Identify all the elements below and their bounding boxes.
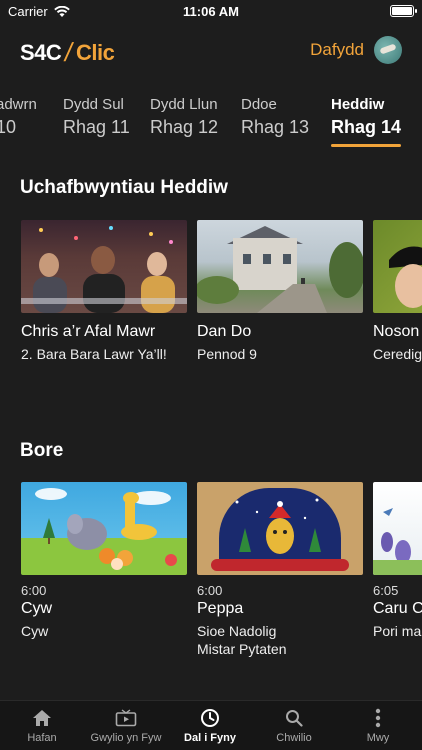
programme-title: Dan Do [197,323,252,340]
status-bar: Carrier 11:06 AM [0,0,422,24]
home-icon [0,707,84,729]
active-tab-indicator [331,144,402,147]
clock-icon [168,707,252,729]
programme-title: Chris a’r Afal Mawr [21,323,156,340]
tab-home[interactable]: Hafan [0,707,84,744]
avatar[interactable] [374,36,402,64]
tab-catch-up[interactable]: Dal i Fyny [168,707,252,744]
user-name[interactable]: Dafydd [310,40,364,60]
section-title-morning: Bore [20,440,64,461]
day-tab-monday[interactable]: Dydd Llun Rhag 12 [150,96,218,138]
programme-title: Peppa [197,600,244,617]
day-tab-yesterday[interactable]: Ddoe Rhag 13 [241,96,309,138]
programme-time: 6:00 [197,583,223,598]
day-tab-date: 10 [0,117,17,137]
programme-subtitle: Sioe Nadolig Mistar Pytaten [197,622,363,658]
morning-row[interactable]: 6:00 Cyw Cyw 6:00 Peppa Sioe Nadolig Mis… [0,482,422,662]
day-tab-name: Dydd Llun [150,96,218,113]
tab-more[interactable]: Mwy [336,707,420,744]
day-tab-name: Dydd Sul [63,96,124,113]
highlights-row[interactable]: Chris a’r Afal Mawr 2. Bara Bara Lawr Ya… [0,220,422,370]
programme-subtitle: Cyw [21,623,49,639]
logo-s4c: S4C [20,39,62,65]
programme-title: Noson [373,323,420,340]
tab-label: Mwy [366,732,390,744]
programme-subtitle: Pori ma [373,623,422,639]
programme-card-peppa[interactable]: 6:00 Peppa Sioe Nadolig Mistar Pytaten [197,482,363,658]
logo-clic: Clic [76,39,115,65]
thumbnail-image [35,488,177,570]
programme-thumbnail[interactable] [21,482,187,575]
tab-label: Gwylio yn Fyw [90,732,162,744]
section-title-highlights: Uchafbwyntiau Heddiw [20,177,228,198]
programme-subtitle-line1: Sioe Nadolig [197,623,277,639]
programme-card-chris[interactable]: Chris a’r Afal Mawr 2. Bara Bara Lawr Ya… [21,220,187,363]
day-tab-name: Heddiw [331,96,385,113]
programme-thumbnail[interactable] [373,482,422,575]
programme-card-noson[interactable]: Noson Ceredig [373,220,422,363]
more-icon [336,707,420,729]
app-header: S4C / Clic Dafydd [0,28,422,74]
programme-thumbnail[interactable] [373,220,422,313]
day-tab-today[interactable]: Heddiw Rhag 14 [331,96,402,147]
thumbnail-image [21,226,187,313]
programme-card-cyw[interactable]: 6:00 Cyw Cyw [21,482,187,640]
clock-time: 11:06 AM [183,4,239,19]
programme-subtitle-line2: Mistar Pytaten [197,641,287,657]
live-tv-icon [84,707,168,729]
thumbnail-image [373,508,422,575]
thumbnail-image [235,498,321,554]
thumbnail-image [389,246,422,308]
tab-label: Chwilio [276,732,312,744]
day-tab-date: Rhag 12 [150,117,219,137]
programme-thumbnail[interactable] [197,482,363,575]
logo-slash: / [62,37,75,67]
thumbnail-image [197,242,363,313]
tab-label: Dal i Fyny [184,732,236,744]
tab-live[interactable]: Gwylio yn Fyw [84,707,168,744]
programme-subtitle: Ceredig [373,346,422,362]
programme-title: Caru C [373,600,422,617]
programme-thumbnail[interactable] [197,220,363,313]
day-tab-saturday[interactable]: adwrn 10 [0,96,37,138]
user-profile[interactable]: Dafydd [310,36,402,64]
day-tab-name: adwrn [0,96,37,113]
programme-card-caru[interactable]: 6:05 Caru C Pori ma [373,482,422,640]
day-tab-date: Rhag 14 [331,117,402,137]
day-selector: adwrn 10 Dydd Sul Rhag 11 Dydd Llun Rhag… [0,96,422,148]
programme-subtitle: Pennod 9 [197,346,257,362]
programme-thumbnail[interactable] [21,220,187,313]
battery-icon [390,5,417,17]
programme-title: Cyw [21,600,53,617]
tab-label: Hafan [27,732,57,744]
day-tab-name: Ddoe [241,96,277,113]
day-tab-date: Rhag 11 [63,117,130,137]
tab-search[interactable]: Chwilio [252,707,336,744]
bottom-tab-bar: Hafan Gwylio yn Fyw Dal i Fyny Chwilio M… [0,700,422,750]
search-icon [252,707,336,729]
programme-time: 6:00 [21,583,47,598]
day-tab-sunday[interactable]: Dydd Sul Rhag 11 [63,96,130,138]
s4c-clic-logo[interactable]: S4C / Clic [20,37,115,68]
programme-card-dan-do[interactable]: Dan Do Pennod 9 [197,220,363,363]
day-tab-date: Rhag 13 [241,117,310,137]
programme-subtitle: 2. Bara Bara Lawr Ya’ll! [21,346,167,362]
programme-time: 6:05 [373,583,399,598]
